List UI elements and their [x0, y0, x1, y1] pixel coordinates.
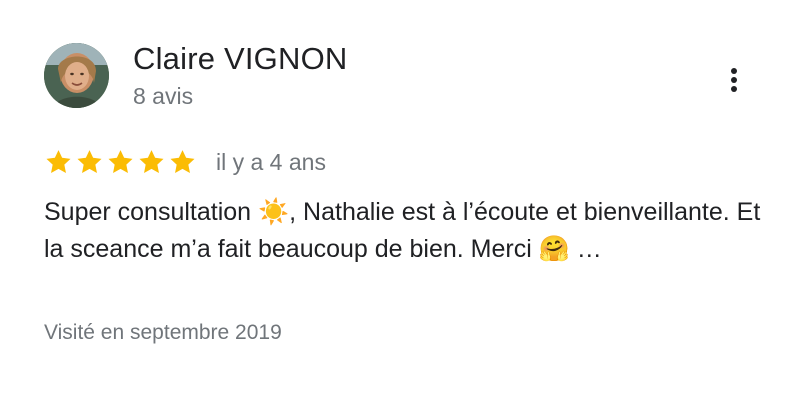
star-icon [108, 150, 133, 173]
star-icon [139, 150, 164, 173]
visited-date: Visité en septembre 2019 [44, 321, 282, 344]
review-date: il y a 4 ans [216, 149, 326, 175]
review-count[interactable]: 8 avis [133, 82, 193, 110]
author-name[interactable]: Claire VIGNON [133, 40, 347, 78]
avatar-photo [44, 43, 109, 108]
star-rating [44, 148, 197, 176]
review-card: Claire VIGNON 8 avis il y a 4 ans Super … [0, 0, 796, 410]
review-text: Super consultation ☀️, Nathalie est à l’… [44, 198, 761, 263]
more-vertical-icon-dot [731, 77, 737, 83]
star-icon [170, 150, 195, 173]
avatar[interactable] [44, 43, 109, 108]
more-vertical-icon-dot [731, 86, 737, 92]
more-vertical-icon-dot [731, 68, 737, 74]
star-icon [77, 150, 102, 173]
more-options-button[interactable] [718, 62, 750, 98]
star-icon [46, 150, 71, 173]
